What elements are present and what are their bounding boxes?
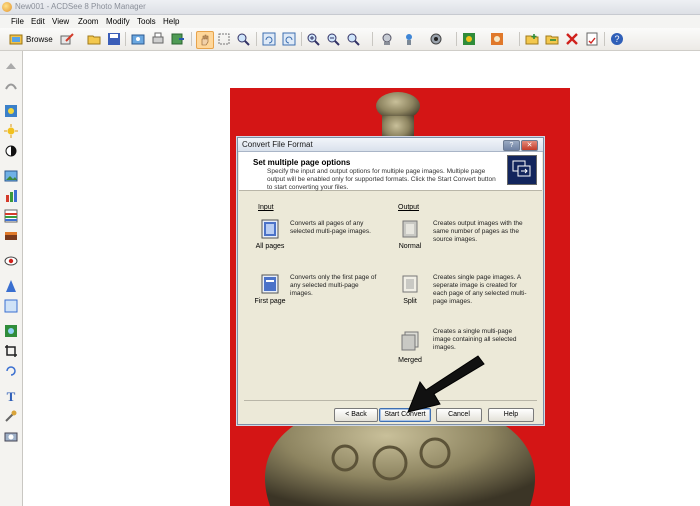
properties-icon[interactable] [585,32,599,46]
dialog-title: Convert File Format [242,140,313,149]
hand-icon[interactable] [196,31,214,49]
app-icon [2,2,12,12]
first-page-option-icon[interactable] [259,273,281,295]
dialog-header: Set multiple page options Specify the in… [239,152,542,191]
camera-icon[interactable] [4,429,18,443]
rotate-icon[interactable] [4,364,18,378]
help-button[interactable]: Help [488,408,534,422]
add-icon[interactable] [525,32,539,46]
normal-label[interactable]: Normal [390,243,430,250]
toolbar: Browse ? [0,28,700,51]
folder-open-icon[interactable] [87,32,101,46]
toolbar-separator [604,32,605,46]
zoom-fit-icon[interactable] [346,32,360,46]
orange-image-icon[interactable] [490,32,504,46]
toolbar-separator [191,32,192,46]
acquire-icon[interactable] [131,32,145,46]
input-group-label: Input [258,204,274,211]
arrow-icon[interactable] [4,59,18,73]
menu-edit[interactable]: Edit [31,17,45,26]
menu-view[interactable]: View [52,17,69,26]
tools-icon[interactable] [402,32,416,46]
levels-icon[interactable] [4,189,18,203]
title-bar: New001 - ACDSee 8 Photo Manager [0,0,700,15]
normal-option-icon[interactable] [399,218,421,240]
convert-icon [507,155,537,185]
window-title: New001 - ACDSee 8 Photo Manager [15,2,146,11]
help-icon[interactable]: ? [610,32,624,46]
svg-text:T: T [7,389,16,403]
split-label[interactable]: Split [390,298,430,305]
dialog-help-icon[interactable]: ? [503,140,520,151]
curves-icon[interactable] [4,209,18,223]
contrast-icon[interactable] [4,144,18,158]
export-icon[interactable] [171,32,185,46]
menu-zoom[interactable]: Zoom [78,17,98,26]
zoom-out-icon[interactable] [326,32,340,46]
sharpen-icon[interactable] [4,279,18,293]
picture-icon[interactable] [4,169,18,183]
back-button[interactable]: < Back [334,408,378,422]
select-icon[interactable] [217,32,231,46]
exposure-icon[interactable] [4,104,18,118]
merged-option-icon[interactable] [399,330,421,352]
toolbar-separator [372,32,373,46]
menu-help[interactable]: Help [163,17,179,26]
menu-modify[interactable]: Modify [106,17,130,26]
print-icon[interactable] [151,32,165,46]
output-group-label: Output [398,204,420,211]
svg-text:?: ? [614,34,619,44]
zoom-in-icon[interactable] [306,32,320,46]
first-page-label[interactable]: First page [250,298,290,305]
text-icon[interactable]: T [4,389,18,403]
menu-tools[interactable]: Tools [137,17,156,26]
split-option-icon[interactable] [399,273,421,295]
slideshow-icon[interactable] [380,32,394,46]
dialog-divider [244,400,537,401]
move-icon[interactable] [545,32,559,46]
view-icon[interactable] [429,32,443,46]
green-image-icon[interactable] [462,32,476,46]
edit-sidebar: T [0,51,23,506]
dialog-title-bar: Convert File Format ? ✕ [238,138,543,152]
split-description: Creates single page images. A seperate i… [433,274,527,305]
dialog-close-icon[interactable]: ✕ [521,140,538,151]
frame-icon[interactable] [4,299,18,313]
rotate-left-icon[interactable] [262,32,276,46]
normal-description: Creates output images with the same numb… [433,220,523,243]
crop-icon[interactable] [4,344,18,358]
toolbar-separator [301,32,302,46]
color-icon[interactable] [4,229,18,243]
arrow2-icon[interactable] [4,79,18,93]
dialog-description: Specify the input and output options for… [267,168,496,191]
dialog-heading: Set multiple page options [253,158,351,167]
delete-icon[interactable] [565,32,579,46]
all-pages-description: Converts all pages of any selected multi… [290,220,371,235]
first-page-description: Converts only the first page of any sele… [290,274,377,297]
edit-icon[interactable] [60,32,74,46]
toolbar-separator [256,32,257,46]
toolbar-separator [125,32,126,46]
tool-icon[interactable] [4,409,18,423]
all-pages-option-icon[interactable] [259,218,281,240]
all-pages-label[interactable]: All pages [250,243,290,250]
effects-icon[interactable] [4,324,18,338]
browse-icon[interactable] [9,32,23,46]
toolbar-separator [456,32,457,46]
zoom-icon[interactable] [236,32,250,46]
browse-label[interactable]: Browse [26,35,53,44]
toolbar-separator [519,32,520,46]
rotate-right-icon[interactable] [282,32,296,46]
convert-file-format-dialog: Convert File Format ? ✕ Set multiple pag… [237,137,544,425]
annotation-arrow-icon [407,355,485,413]
sun-icon[interactable] [4,124,18,138]
menu-file[interactable]: File [11,17,24,26]
red-eye-icon[interactable] [4,254,18,268]
merged-description: Creates a single multi-page image contai… [433,328,517,351]
menu-bar: File Edit View Zoom Modify Tools Help [0,15,700,28]
save-icon[interactable] [107,32,121,46]
